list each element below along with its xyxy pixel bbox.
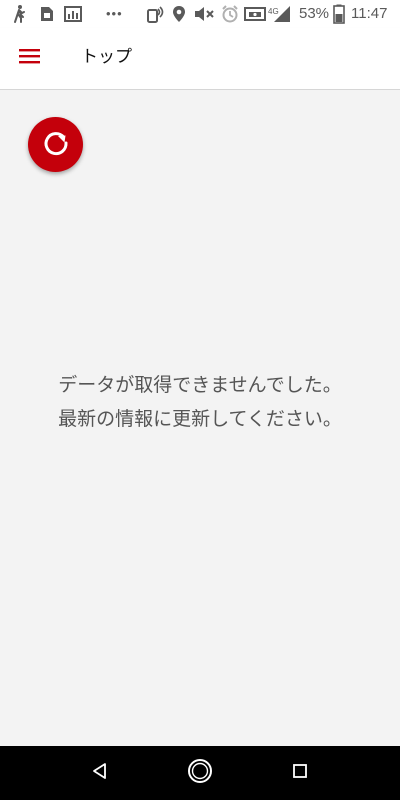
page-title: トップ	[81, 47, 132, 67]
walk-icon	[10, 4, 30, 24]
main-content: データが取得できませんでした。 最新の情報に更新してください。	[0, 90, 400, 746]
app-bar: トップ	[0, 28, 400, 90]
battery-percent: 53%	[299, 5, 330, 22]
cast-icon	[244, 4, 266, 24]
nfc-icon	[145, 4, 165, 24]
menu-button[interactable]	[12, 42, 48, 74]
clock: 11:47	[351, 5, 388, 22]
refresh-button[interactable]	[28, 117, 83, 172]
status-bar: ••• 4G 53% 11:47	[0, 0, 400, 28]
mute-icon	[193, 4, 214, 24]
recents-button[interactable]	[285, 758, 315, 788]
alarm-icon	[220, 4, 240, 24]
recents-icon	[292, 763, 308, 783]
battery-icon	[333, 4, 353, 24]
back-button[interactable]	[85, 758, 115, 788]
refresh-icon	[41, 128, 71, 162]
home-button[interactable]	[185, 758, 215, 788]
location-icon	[169, 4, 189, 24]
hamburger-menu-icon	[18, 47, 42, 69]
back-icon	[91, 762, 109, 784]
signal-icon	[272, 4, 292, 24]
sim-icon	[37, 4, 57, 24]
error-message: データが取得できませんでした。 最新の情報に更新してください。	[0, 368, 400, 436]
overflow-indicator: •••	[106, 6, 123, 21]
navigation-bar	[0, 746, 400, 800]
error-message-line2: 最新の情報に更新してください。	[58, 408, 342, 430]
chart-app-icon	[63, 4, 83, 24]
error-message-line1: データが取得できませんでした。	[58, 374, 342, 396]
home-icon	[187, 758, 213, 788]
